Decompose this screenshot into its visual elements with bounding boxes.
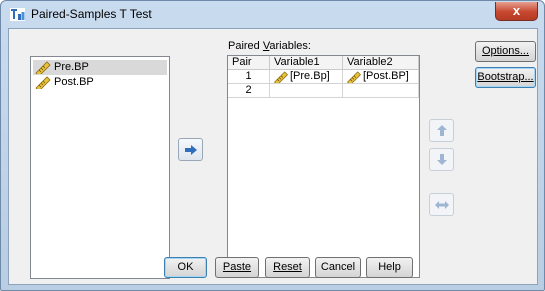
dialog-body: Pre.BP Post.BP Paired Variables: Pair Va… xyxy=(8,28,538,285)
ruler-pencil-scale-icon xyxy=(35,76,51,89)
dialog-window: Paired-Samples T Test x Pre.BP Post.BP P… xyxy=(0,0,545,291)
pair-number-cell[interactable]: 2 xyxy=(228,84,270,98)
column-header-pair: Pair xyxy=(228,56,270,70)
swap-variables-button[interactable] xyxy=(429,193,454,216)
close-button[interactable]: x xyxy=(495,2,538,21)
help-button[interactable]: Help xyxy=(366,257,413,278)
variable2-cell[interactable]: [Post.BP] xyxy=(343,70,419,84)
variable2-value: [Post.BP] xyxy=(363,70,409,82)
title-bar[interactable]: Paired-Samples T Test x xyxy=(1,1,544,27)
options-button[interactable]: Options... xyxy=(475,41,536,62)
arrow-up-icon xyxy=(436,125,447,136)
bootstrap-button[interactable]: Bootstrap... xyxy=(475,67,536,88)
move-down-button[interactable] xyxy=(429,148,454,171)
column-header-variable2: Variable2 xyxy=(343,56,419,70)
paste-button[interactable]: Paste xyxy=(215,257,259,278)
list-item-pre-bp[interactable]: Pre.BP xyxy=(33,60,167,75)
variable-label: Pre.BP xyxy=(54,61,89,73)
source-variable-list[interactable]: Pre.BP Post.BP xyxy=(30,56,170,279)
move-up-button[interactable] xyxy=(429,119,454,142)
ok-button[interactable]: OK xyxy=(164,257,207,278)
swap-horizontal-icon xyxy=(434,200,449,209)
pair-number-cell[interactable]: 1 xyxy=(228,70,270,84)
reset-button[interactable]: Reset xyxy=(265,257,310,278)
variable1-cell[interactable]: [Pre.Bp] xyxy=(270,70,343,84)
variable2-cell[interactable] xyxy=(343,84,419,98)
variable1-cell[interactable] xyxy=(270,84,343,98)
variable1-value: [Pre.Bp] xyxy=(290,70,330,82)
paired-variables-label: Paired Variables: xyxy=(228,40,311,52)
paired-variables-table[interactable]: Pair Variable1 Variable2 1 [Pre.Bp] [Pos… xyxy=(227,55,420,278)
ruler-pencil-scale-icon xyxy=(274,71,288,83)
move-variable-button[interactable] xyxy=(178,138,203,161)
ruler-pencil-scale-icon xyxy=(35,61,51,74)
arrow-down-icon xyxy=(436,154,447,165)
ruler-pencil-scale-icon xyxy=(347,71,361,83)
dialog-title: Paired-Samples T Test xyxy=(31,7,152,21)
column-header-variable1: Variable1 xyxy=(270,56,343,70)
cancel-button[interactable]: Cancel xyxy=(315,257,361,278)
list-item-post-bp[interactable]: Post.BP xyxy=(33,75,167,90)
t-test-icon xyxy=(10,8,25,21)
arrow-right-icon xyxy=(184,144,197,155)
variable-label: Post.BP xyxy=(54,76,94,88)
